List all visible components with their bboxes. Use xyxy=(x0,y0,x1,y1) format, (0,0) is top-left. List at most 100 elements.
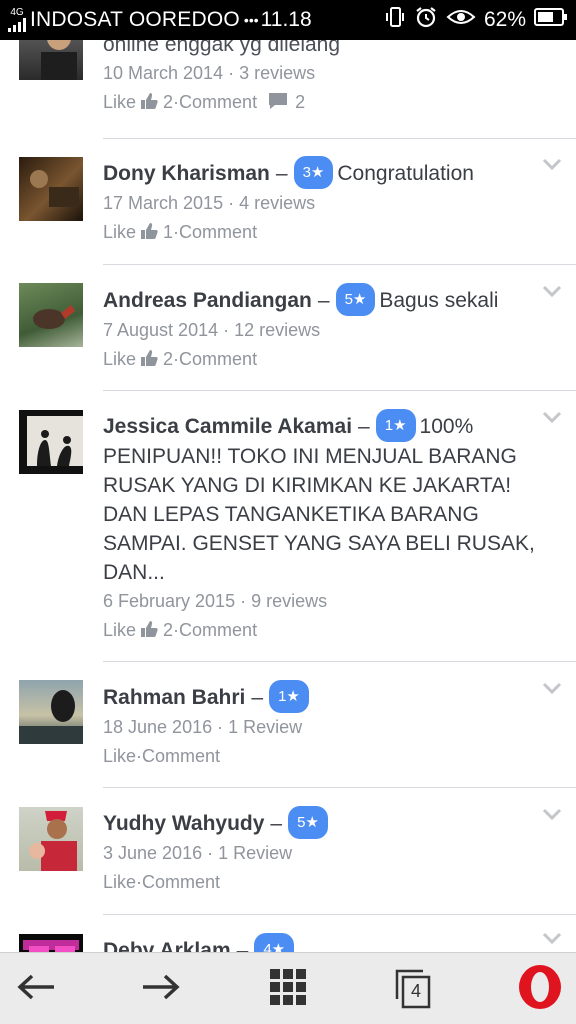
signal-icon xyxy=(8,18,26,32)
like-button[interactable]: Like xyxy=(103,88,136,117)
avatar[interactable] xyxy=(19,934,83,952)
review-item: Rahman Bahri –1★ 18 June 2016 · 1 Review … xyxy=(0,662,576,788)
review-actions: Like 2 · Comment xyxy=(103,616,546,645)
rating-badge: 5★ xyxy=(335,283,376,316)
reviewer-name[interactable]: Dony Kharisman xyxy=(103,162,270,185)
forward-arrow-icon xyxy=(141,972,181,1007)
network-type: 4G xyxy=(10,7,24,18)
like-count[interactable]: 2 xyxy=(163,88,173,117)
review-actions: Like 2 · Comment xyxy=(103,345,542,374)
avatar[interactable] xyxy=(19,680,83,744)
review-text-start: 100% xyxy=(419,415,474,438)
reviewer-review-count[interactable]: 3 reviews xyxy=(239,63,315,83)
avatar[interactable] xyxy=(19,807,83,871)
rating-badge: 4★ xyxy=(254,933,295,952)
network-indicator: 4G xyxy=(8,8,26,32)
review-meta: 18 June 2016 · 1 Review xyxy=(103,717,303,737)
review-date[interactable]: 10 March 2014 xyxy=(103,63,223,83)
comment-button[interactable]: Comment xyxy=(142,742,220,771)
comment-button[interactable]: Comment xyxy=(179,88,257,117)
review-date[interactable]: 7 August 2014 xyxy=(103,320,218,340)
reviewer-review-count[interactable]: 12 reviews xyxy=(234,320,320,340)
review-actions: Like 2 · Comment 2 xyxy=(103,88,542,117)
chevron-down-icon[interactable] xyxy=(542,807,562,821)
review-date[interactable]: 18 June 2016 xyxy=(103,717,212,737)
reviewer-name[interactable]: Jessica Cammile Akamai xyxy=(103,415,352,438)
review-date[interactable]: 6 February 2015 xyxy=(103,591,235,611)
review-actions: Like · Comment xyxy=(103,868,542,897)
avatar[interactable] xyxy=(19,40,83,80)
back-arrow-icon xyxy=(16,972,56,1007)
reviews-feed[interactable]: online enggak yg dilelang 10 March 2014 … xyxy=(0,40,576,952)
avatar[interactable] xyxy=(19,283,83,347)
like-button[interactable]: Like xyxy=(103,868,136,897)
review-item: Jessica Cammile Akamai –1★ 100% PENIPUAN!!… xyxy=(0,391,576,662)
thumbs-up-icon xyxy=(139,616,159,645)
reviewer-name[interactable]: Deby Arklam xyxy=(103,939,231,952)
reviewer-review-count[interactable]: 1 Review xyxy=(228,717,302,737)
review-item: Dony Kharisman –3★ Congratulation 17 March… xyxy=(0,138,576,265)
chevron-down-icon[interactable] xyxy=(542,157,562,171)
like-button[interactable]: Like xyxy=(103,345,136,374)
like-button[interactable]: Like xyxy=(103,218,136,247)
review-date[interactable]: 17 March 2015 xyxy=(103,193,223,213)
review-meta: 6 February 2015 · 9 reviews xyxy=(103,591,328,611)
like-count[interactable]: 2 xyxy=(163,616,173,645)
comment-count[interactable]: 2 xyxy=(295,88,305,117)
comment-button[interactable]: Comment xyxy=(179,616,257,645)
review-text: Congratulation xyxy=(337,162,474,185)
review-meta: 10 March 2014 · 3 reviews xyxy=(103,63,316,83)
review-date[interactable]: 3 June 2016 xyxy=(103,843,202,863)
thumbs-up-icon xyxy=(139,88,159,117)
rating-badge: 3★ xyxy=(293,156,334,189)
alarm-icon xyxy=(414,5,438,35)
review-item: Andreas Pandiangan –5★ Bagus sekali 7 Augu… xyxy=(0,265,576,391)
battery-icon xyxy=(534,7,568,33)
speed-dial-button[interactable] xyxy=(252,953,324,1024)
notification-dots: ••• xyxy=(243,12,259,28)
review-headline: Yudhy Wahyudy –5★ xyxy=(103,806,542,839)
review-meta: 3 June 2016 · 1 Review xyxy=(103,843,293,863)
review-meta: 7 August 2014 · 12 reviews xyxy=(103,320,321,340)
reviewer-review-count[interactable]: 1 Review xyxy=(218,843,292,863)
avatar[interactable] xyxy=(19,157,83,221)
like-count[interactable]: 2 xyxy=(163,345,173,374)
status-bar: 4G INDOSAT OOREDOO ••• 11.18 62% xyxy=(0,0,576,40)
review-headline: Andreas Pandiangan –5★ Bagus sekali xyxy=(103,283,542,316)
review-actions: Like 1 · Comment xyxy=(103,218,542,247)
rating-badge: 5★ xyxy=(288,806,328,839)
reviewer-name[interactable]: Rahman Bahri xyxy=(103,686,245,709)
chevron-down-icon[interactable] xyxy=(542,931,562,945)
like-count[interactable]: 1 xyxy=(163,218,173,247)
rating-badge: 1★ xyxy=(375,409,416,442)
vibrate-icon xyxy=(384,6,406,34)
chevron-down-icon[interactable] xyxy=(542,284,562,298)
tabs-icon: 4 xyxy=(395,969,433,1009)
rating-badge: 1★ xyxy=(269,680,309,713)
tabs-button[interactable]: 4 xyxy=(378,953,450,1024)
review-item: online enggak yg dilelang 10 March 2014 … xyxy=(0,40,576,139)
grid-icon xyxy=(270,968,306,1010)
reviewer-review-count[interactable]: 4 reviews xyxy=(239,193,315,213)
reviewer-review-count[interactable]: 9 reviews xyxy=(251,591,327,611)
reviewer-name[interactable]: Andreas Pandiangan xyxy=(103,289,312,312)
avatar[interactable] xyxy=(19,410,83,474)
browser-toolbar: 4 xyxy=(0,952,576,1024)
opera-menu-button[interactable] xyxy=(504,953,576,1024)
review-text: Bagus sekali xyxy=(379,289,499,312)
forward-button[interactable] xyxy=(125,953,197,1024)
like-button[interactable]: Like xyxy=(103,616,136,645)
comment-button[interactable]: Comment xyxy=(179,218,257,247)
review-headline: Dony Kharisman –3★ Congratulation xyxy=(103,156,542,189)
review-headline: Deby Arklam –4★ xyxy=(103,933,542,952)
review-text[interactable]: PENIPUAN!! TOKO INI MENJUAL BARANG RUSAK… xyxy=(103,442,546,587)
opera-logo-icon xyxy=(517,964,563,1015)
like-button[interactable]: Like xyxy=(103,742,136,771)
comment-button[interactable]: Comment xyxy=(142,868,220,897)
reviewer-name[interactable]: Yudhy Wahyudy xyxy=(103,812,264,835)
back-button[interactable] xyxy=(0,953,72,1024)
eye-icon xyxy=(446,7,476,33)
comment-button[interactable]: Comment xyxy=(179,345,257,374)
chevron-down-icon[interactable] xyxy=(542,681,562,695)
comment-icon xyxy=(267,88,289,117)
